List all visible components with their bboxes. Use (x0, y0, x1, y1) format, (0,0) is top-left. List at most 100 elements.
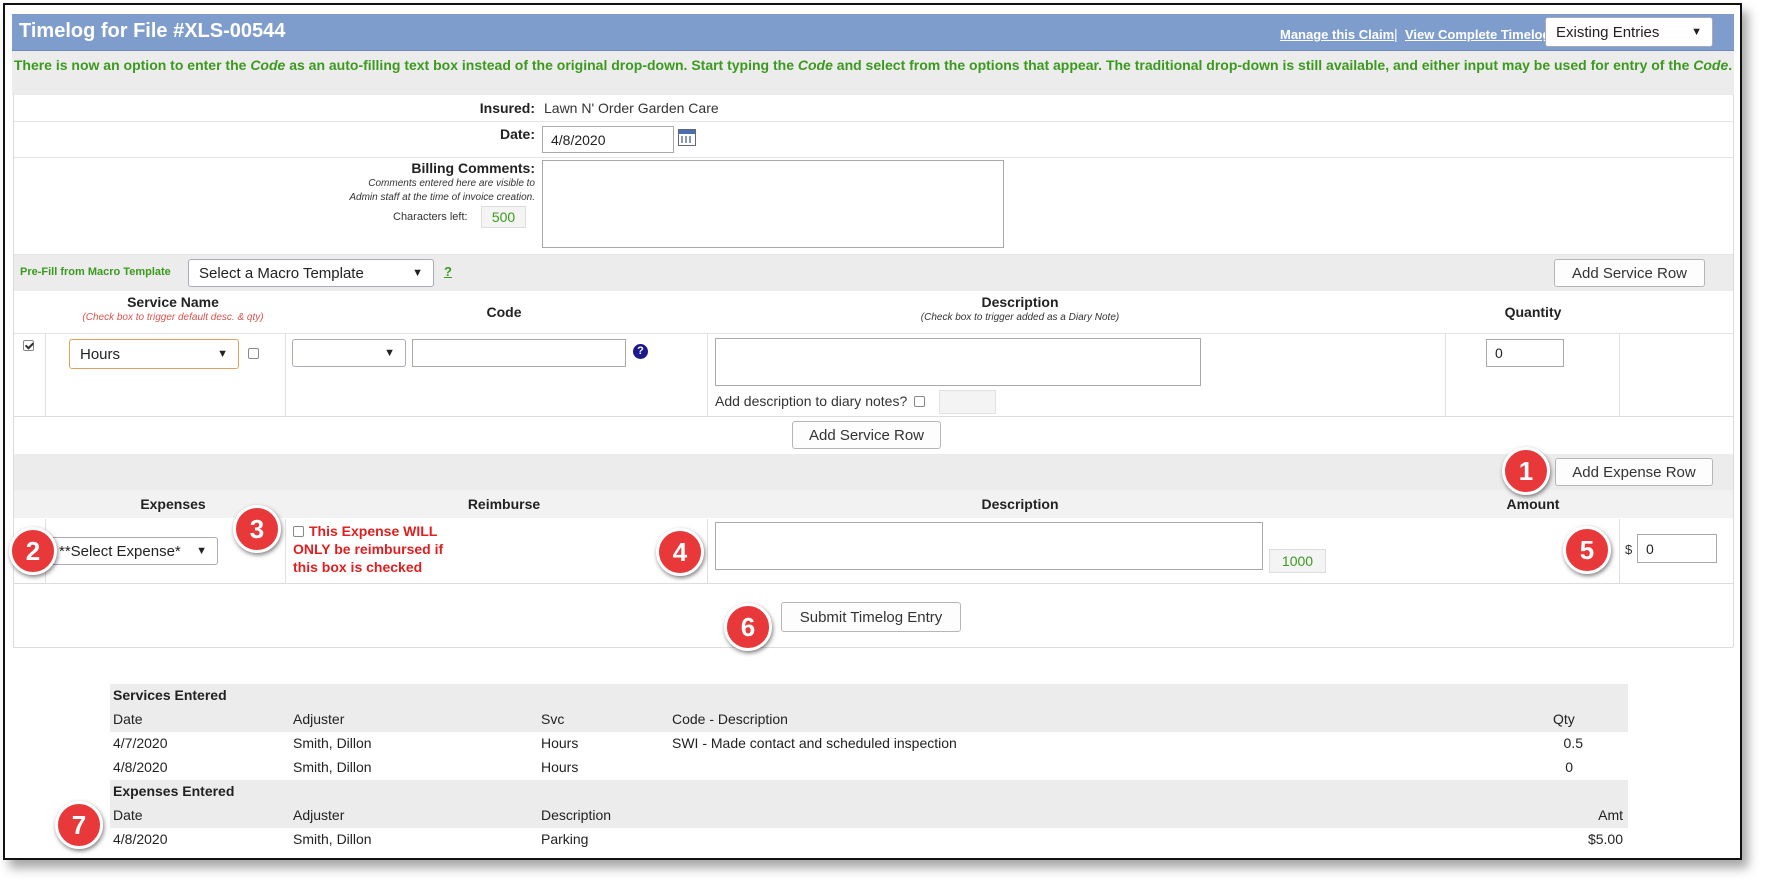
expense-description-textarea[interactable] (715, 522, 1263, 570)
expense-type-value: **Select Expense* (59, 542, 181, 560)
service-name-select[interactable]: Hours ▼ (69, 339, 239, 369)
reimburse-checkbox[interactable] (293, 526, 304, 537)
notice-text: . (1728, 57, 1733, 73)
services-col-date: Date (113, 711, 143, 727)
amount-input[interactable]: 0 (1637, 534, 1717, 563)
col-divider (285, 519, 286, 583)
expense-type-select[interactable]: **Select Expense* ▼ (48, 537, 218, 565)
services-row-1-svc: Hours (541, 735, 579, 751)
services-row-1-adjuster: Smith, Dillon (293, 735, 372, 751)
billing-comments-textarea[interactable] (542, 160, 1004, 248)
macro-help-link[interactable]: ? (444, 264, 452, 279)
billing-comments-label: Billing Comments: (411, 160, 535, 176)
expenses-col-adjuster: Adjuster (293, 807, 345, 823)
submit-area: Submit Timelog Entry (13, 584, 1733, 648)
service-table-header: Service Name (Check box to trigger defau… (13, 292, 1733, 334)
timelog-window: Timelog for File #XLS-00544 Manage this … (3, 3, 1742, 860)
col-divider (1619, 334, 1620, 416)
services-row-2-svc: Hours (541, 759, 579, 775)
chevron-down-icon: ▼ (384, 347, 395, 359)
service-description-textarea[interactable] (715, 338, 1201, 386)
insured-value: Lawn N' Order Garden Care (544, 100, 719, 116)
service-name-subheader: (Check box to trigger default desc. & qt… (82, 312, 264, 323)
diary-notes-label: Add description to diary notes? (715, 393, 908, 409)
billing-comments-row: Billing Comments: Comments entered here … (13, 158, 1733, 255)
expenses-col-description: Description (541, 807, 612, 823)
calendar-icon-header (679, 130, 695, 134)
col-divider (45, 334, 46, 416)
annotation-badge-7: 7 (55, 801, 103, 849)
chevron-down-icon: ▼ (1691, 26, 1702, 38)
chars-left-counter: 500 (481, 206, 526, 228)
description-subheader: (Check box to trigger added as a Diary N… (920, 312, 1120, 323)
reimburse-warning-line-1: This Expense WILL (309, 523, 438, 539)
quantity-input[interactable]: 0 (1486, 339, 1564, 367)
existing-entries-value: Existing Entries (1556, 23, 1660, 41)
services-entered-title: Services Entered (113, 687, 227, 703)
service-name-header: Service Name (127, 294, 219, 310)
amount-header: Amount (1506, 496, 1560, 512)
chevron-down-icon: ▼ (412, 267, 423, 279)
services-col-adjuster: Adjuster (293, 711, 345, 727)
notice-code-term: Code (1693, 57, 1729, 73)
chevron-down-icon: ▼ (196, 545, 207, 557)
col-divider (285, 334, 286, 416)
calendar-icon-grid (681, 136, 693, 143)
services-col-qty: Qty (1553, 711, 1575, 727)
add-service-row-button-top[interactable]: Add Service Row (1554, 259, 1705, 287)
service-name-value: Hours (80, 345, 121, 363)
insured-row: Insured: Lawn N' Order Garden Care (13, 95, 1733, 122)
expenses-col-amt: Amt (1598, 807, 1623, 823)
expenses-row-1-amt: $5.00 (1587, 831, 1623, 847)
annotation-badge-5: 5 (1563, 526, 1611, 574)
existing-entries-select[interactable]: Existing Entries ▼ (1545, 17, 1713, 47)
title-bar: Timelog for File #XLS-00544 Manage this … (12, 14, 1734, 51)
services-col-code-description: Code - Description (672, 711, 788, 727)
link-separator: | (1394, 26, 1398, 42)
expenses-col-date: Date (113, 807, 143, 823)
code-autofill-input[interactable] (412, 339, 626, 367)
macro-template-select[interactable]: Select a Macro Template ▼ (188, 259, 434, 287)
date-input[interactable]: 4/8/2020 (542, 126, 674, 153)
code-header: Code (486, 304, 522, 320)
add-expense-row-button[interactable]: Add Expense Row (1555, 458, 1713, 486)
annotation-badge-2: 2 (9, 527, 57, 575)
service-default-checkbox[interactable] (248, 348, 259, 359)
code-help-icon[interactable]: ? (633, 344, 648, 359)
submit-timelog-button[interactable]: Submit Timelog Entry (781, 602, 961, 632)
add-service-row-area: Add Service Row (13, 417, 1733, 453)
expenses-row-1-date: 4/8/2020 (113, 831, 168, 847)
reimburse-header: Reimburse (467, 496, 541, 512)
annotation-badge-1: 1 (1502, 447, 1550, 495)
chevron-down-icon: ▼ (217, 348, 228, 360)
notice-text: There is now an option to enter the (13, 57, 251, 73)
notice-text: as an auto-filling text box instead of t… (285, 57, 798, 73)
annotation-badge-4: 4 (656, 528, 704, 576)
diary-notes-checkbox[interactable] (914, 396, 925, 407)
service-row: Hours ▼ ▼ ? Add description to diary not… (13, 334, 1733, 417)
form-right-border (1733, 95, 1734, 647)
insured-label: Insured: (479, 100, 535, 116)
date-label: Date: (499, 126, 535, 142)
view-timelog-link[interactable]: View Complete Timelog (1405, 27, 1550, 42)
col-divider (1619, 519, 1620, 583)
services-row-1-code-description: SWI - Made contact and scheduled inspect… (672, 735, 957, 751)
col-divider (1445, 334, 1446, 416)
diary-counter (939, 390, 996, 414)
services-row-2-date: 4/8/2020 (113, 759, 168, 775)
notice-code-term: Code (797, 57, 833, 73)
add-service-row-button[interactable]: Add Service Row (792, 421, 941, 449)
macro-label: Pre-Fill from Macro Template (20, 266, 171, 278)
code-select[interactable]: ▼ (292, 339, 406, 367)
macro-template-value: Select a Macro Template (199, 264, 364, 282)
annotation-badge-3: 3 (233, 505, 281, 553)
billing-help-line-2: Admin staff at the time of invoice creat… (349, 192, 535, 203)
calendar-icon[interactable] (678, 129, 696, 146)
date-row: Date: 4/8/2020 (13, 122, 1733, 158)
expense-description-header: Description (981, 496, 1059, 512)
expense-bar: Add Expense Row (13, 454, 1733, 490)
manage-claim-link[interactable]: Manage this Claim (1280, 27, 1394, 42)
services-row-2-adjuster: Smith, Dillon (293, 759, 372, 775)
autofill-notice: There is now an option to enter the Code… (12, 51, 1734, 95)
service-row-checkbox[interactable] (23, 340, 34, 351)
